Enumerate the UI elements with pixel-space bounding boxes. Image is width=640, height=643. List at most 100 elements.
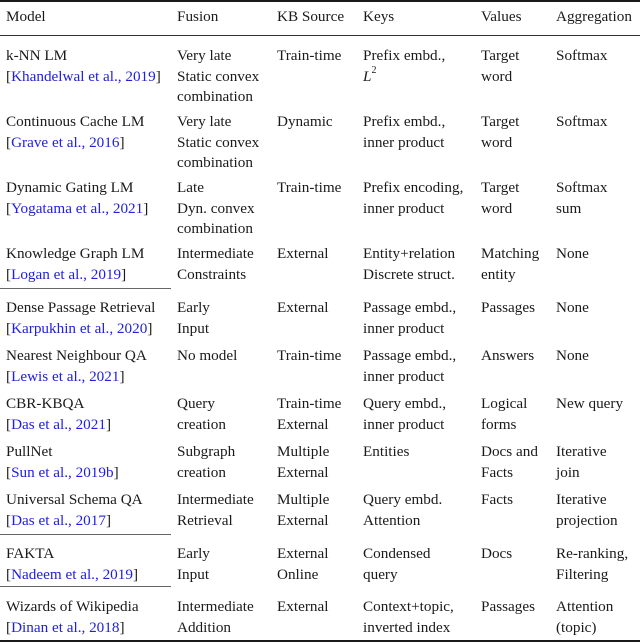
fusion-cell: Subgraph creation [177,443,236,481]
agg-cell: None [556,299,589,316]
kb-cell: External Online [277,545,329,583]
keys-cell: Passage embd., inner product [363,347,457,385]
citation: [Grave et al., 2016] [6,133,125,151]
group-separator-rule [0,288,171,289]
bottom-rule [0,640,640,642]
model-name: Universal Schema QA [6,491,143,508]
agg-cell: New query [556,395,624,412]
citation-link[interactable]: Das et al., 2021 [11,416,106,433]
kb-cell: Train-time [277,347,342,364]
model-cell: CBR-KBQA [Das et al., 2021] [6,394,111,435]
values-cell: Docs and Facts [481,443,538,481]
fusion-cell: Intermediate Addition [177,598,254,636]
citation-link[interactable]: Yogatama et al., 2021 [11,200,143,217]
values-cell: Passages [481,598,535,615]
model-name: Dynamic Gating LM [6,179,134,196]
agg-cell: Iterative join [556,443,607,481]
header-rule [0,35,640,36]
fusion-cell: No model [177,347,238,364]
kb-cell: External [277,598,329,615]
values-cell: Answers [481,347,535,364]
citation-link[interactable]: Dinan et al., 2018 [11,619,119,636]
citation: [Dinan et al., 2018] [6,618,125,636]
keys-cell: Condensed query [363,545,431,583]
kb-cell: External [277,299,329,316]
citation-link[interactable]: Karpukhin et al., 2020 [11,320,147,337]
agg-cell: Attention (topic) [556,598,614,636]
values-cell: Passages [481,299,535,316]
values-cell: Facts [481,491,514,508]
header-fusion: Fusion [177,8,219,25]
keys-cell: Passage embd., inner product [363,299,457,337]
model-cell: Nearest Neighbour QA [Lewis et al., 2021] [6,346,147,387]
citation: [Yogatama et al., 2021] [6,199,149,217]
model-name: Wizards of Wikipedia [6,598,139,615]
values-cell: Target word [481,113,520,151]
citation-link[interactable]: Sun et al., 2019b [11,464,114,481]
citation-link[interactable]: Logan et al., 2019 [11,266,121,283]
citation: [Das et al., 2021] [6,415,112,433]
model-cell: PullNet [Sun et al., 2019b] [6,442,119,483]
kb-cell: Multiple External [277,491,330,529]
fusion-cell: Very late Static convex combination [177,113,260,171]
values-cell: Matching entity [481,245,540,283]
citation: [Karpukhin et al., 2020] [6,319,153,337]
model-name: FAKTA [6,545,55,562]
model-name: CBR-KBQA [6,395,85,412]
kb-cell: Train-time [277,47,342,64]
kb-cell: External [277,245,329,262]
agg-cell: Softmax sum [556,179,608,217]
kb-cell: Dynamic [277,113,333,130]
values-cell: Target word [481,179,520,217]
group-separator-rule [0,586,171,587]
citation-link[interactable]: Das et al., 2017 [11,512,106,529]
model-name: Dense Passage Retrieval [6,299,156,316]
kb-cell: Train-time [277,179,342,196]
keys-cell: Prefix embd., inner product [363,113,446,151]
model-cell: Wizards of Wikipedia [Dinan et al., 2018] [6,597,139,638]
model-cell: Dense Passage Retrieval [Karpukhin et al.… [6,298,155,339]
citation: [Lewis et al., 2021] [6,367,125,385]
model-cell: Dynamic Gating LM [Yogatama et al., 2021] [6,178,148,219]
keys-cell: Prefix embd., L2 [363,47,446,85]
keys-cell: Entities [363,443,410,460]
values-cell: Docs [481,545,513,562]
citation: [Logan et al., 2019] [6,265,127,283]
agg-cell: Softmax [556,113,608,130]
agg-cell: None [556,347,589,364]
agg-cell: Softmax [556,47,608,64]
citation: [Nadeem et al., 2019] [6,565,139,583]
citation-link[interactable]: Lewis et al., 2021 [11,368,119,385]
model-cell: FAKTA [Nadeem et al., 2019] [6,544,138,585]
group-separator-rule [0,534,171,535]
keys-cell: Query embd. Attention [363,491,443,529]
agg-cell: Iterative projection [556,491,618,529]
keys-cell: Entity+relation Discrete struct. [363,245,456,283]
keys-cell: Context+topic, inverted index [363,598,454,636]
citation: [Sun et al., 2019b] [6,463,119,481]
header-model: Model [6,8,46,25]
fusion-cell: Intermediate Retrieval [177,491,254,529]
citation: [Das et al., 2017] [6,511,112,529]
model-name: Nearest Neighbour QA [6,347,147,364]
header-kb-source: KB Source [277,8,345,25]
values-cell: Target word [481,47,520,85]
values-cell: Logical forms [481,395,528,433]
header-aggregation: Aggregation [556,8,632,25]
citation-link[interactable]: Nadeem et al., 2019 [11,566,133,583]
top-rule [0,0,640,2]
fusion-cell: Query creation [177,395,226,433]
fusion-cell: Intermediate Constraints [177,245,254,283]
keys-cell: Query embd., inner product [363,395,447,433]
kb-cell: Train-time External [277,395,342,433]
citation-link[interactable]: Grave et al., 2016 [11,134,119,151]
fusion-cell: Late Dyn. convex combination [177,179,255,237]
model-cell: k-NN LM [Khandelwal et al., 2019] [6,46,161,87]
fusion-cell: Early Input [177,299,210,337]
model-cell: Knowledge Graph LM [Logan et al., 2019] [6,244,144,285]
citation-link[interactable]: Khandelwal et al., 2019 [11,68,156,85]
agg-cell: Re-ranking, Filtering [556,545,629,583]
keys-cell: Prefix encoding, inner product [363,179,464,217]
model-name: k-NN LM [6,47,68,64]
agg-cell: None [556,245,589,262]
